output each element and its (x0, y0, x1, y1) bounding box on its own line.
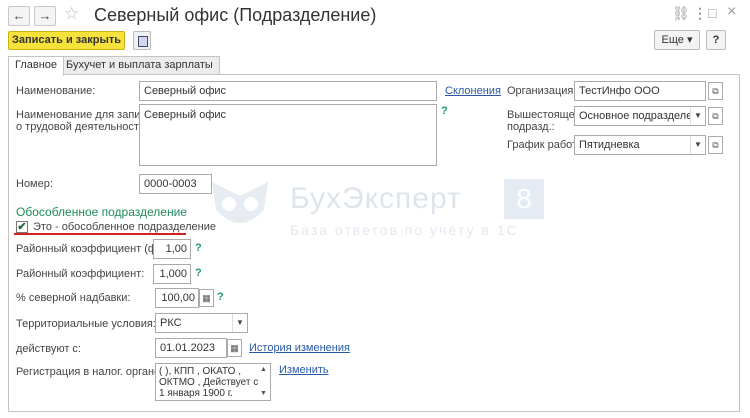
forward-button[interactable]: → (34, 6, 56, 26)
schedule-value: Пятидневка (579, 139, 640, 151)
owl-watermark-icon (212, 182, 268, 223)
chevron-down-icon[interactable]: ▼ (232, 314, 247, 332)
page-title: Северный офис (Подразделение) (94, 5, 377, 25)
save-icon[interactable] (133, 31, 151, 50)
north-label: % северной надбавки: (16, 292, 131, 304)
highlight-underline (14, 233, 186, 235)
more-button[interactable]: Еще ▾ (654, 30, 700, 50)
parent-field[interactable]: Основное подразделение ▼ (574, 106, 706, 126)
history-link[interactable]: История изменения (249, 342, 350, 354)
back-button[interactable]: ← (8, 6, 30, 26)
scroll-down-icon[interactable]: ▼ (260, 390, 267, 397)
favorite-star-icon[interactable]: ☆ (64, 4, 79, 24)
number-label: Номер: (16, 178, 53, 190)
north-field[interactable]: 100,00 (155, 288, 199, 308)
change-link[interactable]: Изменить (279, 364, 329, 376)
watermark-digit: 8 (504, 179, 544, 219)
link-icon[interactable]: ⛓ (672, 5, 690, 22)
tab-accounting[interactable]: Бухучет и выплата зарплаты (59, 56, 220, 75)
save-and-close-button[interactable]: Записать и закрыть (8, 31, 125, 50)
watermark-brand: БухЭксперт (290, 182, 462, 215)
org-label: Организация: (507, 85, 577, 97)
help-button[interactable]: ? (706, 30, 726, 50)
help-mark-labor[interactable]: ? (441, 105, 448, 117)
calculator-icon[interactable]: ▦ (199, 289, 214, 307)
schedule-open-icon[interactable]: ⧉ (708, 136, 723, 154)
org-open-icon[interactable]: ⧉ (708, 82, 723, 100)
help-mark-regional-fed[interactable]: ? (195, 242, 202, 254)
tax-reg-label: Регистрация в налог. органе: (16, 366, 164, 378)
calendar-icon[interactable]: ▦ (227, 339, 242, 357)
schedule-field[interactable]: Пятидневка ▼ (574, 135, 706, 155)
tax-reg-line-3: 1 января 1900 г. (159, 388, 233, 399)
close-icon[interactable]: × (727, 3, 736, 21)
section-title-separate: Обособленное подразделение (16, 205, 187, 219)
labor-name-label-1: Наименование для записей (16, 109, 159, 121)
tab-main[interactable]: Главное (8, 56, 65, 76)
help-mark-regional[interactable]: ? (195, 267, 202, 279)
regional-label: Районный коэффициент: (16, 268, 145, 280)
restore-icon[interactable]: □ (708, 5, 716, 21)
territorial-label: Территориальные условия: (16, 318, 156, 330)
separate-checkbox[interactable]: ✔ (16, 221, 28, 233)
separate-checkbox-label[interactable]: Это - обособленное подразделение (33, 221, 216, 233)
chevron-down-icon[interactable]: ▼ (690, 107, 705, 125)
name-field[interactable]: Северный офис (139, 81, 437, 101)
declensions-link[interactable]: Склонения (445, 85, 501, 97)
number-field[interactable]: 0000-0003 (139, 174, 212, 194)
scroll-up-icon[interactable]: ▲ (260, 366, 267, 373)
parent-label-1: Вышестоящее (507, 109, 581, 121)
regional-field[interactable]: 1,000 (153, 264, 191, 284)
org-field[interactable]: ТестИнфо ООО (574, 81, 706, 101)
valid-from-label: действуют с: (16, 343, 81, 355)
watermark-subtitle: База ответов по учёту в 1С (290, 222, 519, 238)
help-mark-north[interactable]: ? (217, 291, 224, 303)
labor-name-field[interactable]: Северный офис (139, 104, 437, 166)
tax-reg-field[interactable]: ( ), КПП , ОКАТО , ОКТМО , Действует с 1… (155, 363, 271, 401)
chevron-down-icon[interactable]: ▼ (690, 136, 705, 154)
tax-reg-line-1: ( ), КПП , ОКАТО , (159, 366, 242, 377)
parent-value: Основное подразделение (579, 110, 706, 122)
labor-name-label-2: о трудовой деятельности: (16, 121, 149, 133)
name-label: Наименование: (16, 85, 96, 97)
parent-open-icon[interactable]: ⧉ (708, 107, 723, 125)
tax-reg-line-2: ОКТМО , Действует с (159, 377, 259, 388)
territorial-field[interactable]: РКС ▼ (155, 313, 248, 333)
regional-fed-field[interactable]: 1,00 (153, 239, 191, 259)
parent-label-2: подразд.: (507, 121, 555, 133)
territorial-value: РКС (160, 317, 182, 329)
menu-icon[interactable]: ⋮ (693, 5, 707, 22)
valid-from-field[interactable]: 01.01.2023 (155, 338, 227, 358)
